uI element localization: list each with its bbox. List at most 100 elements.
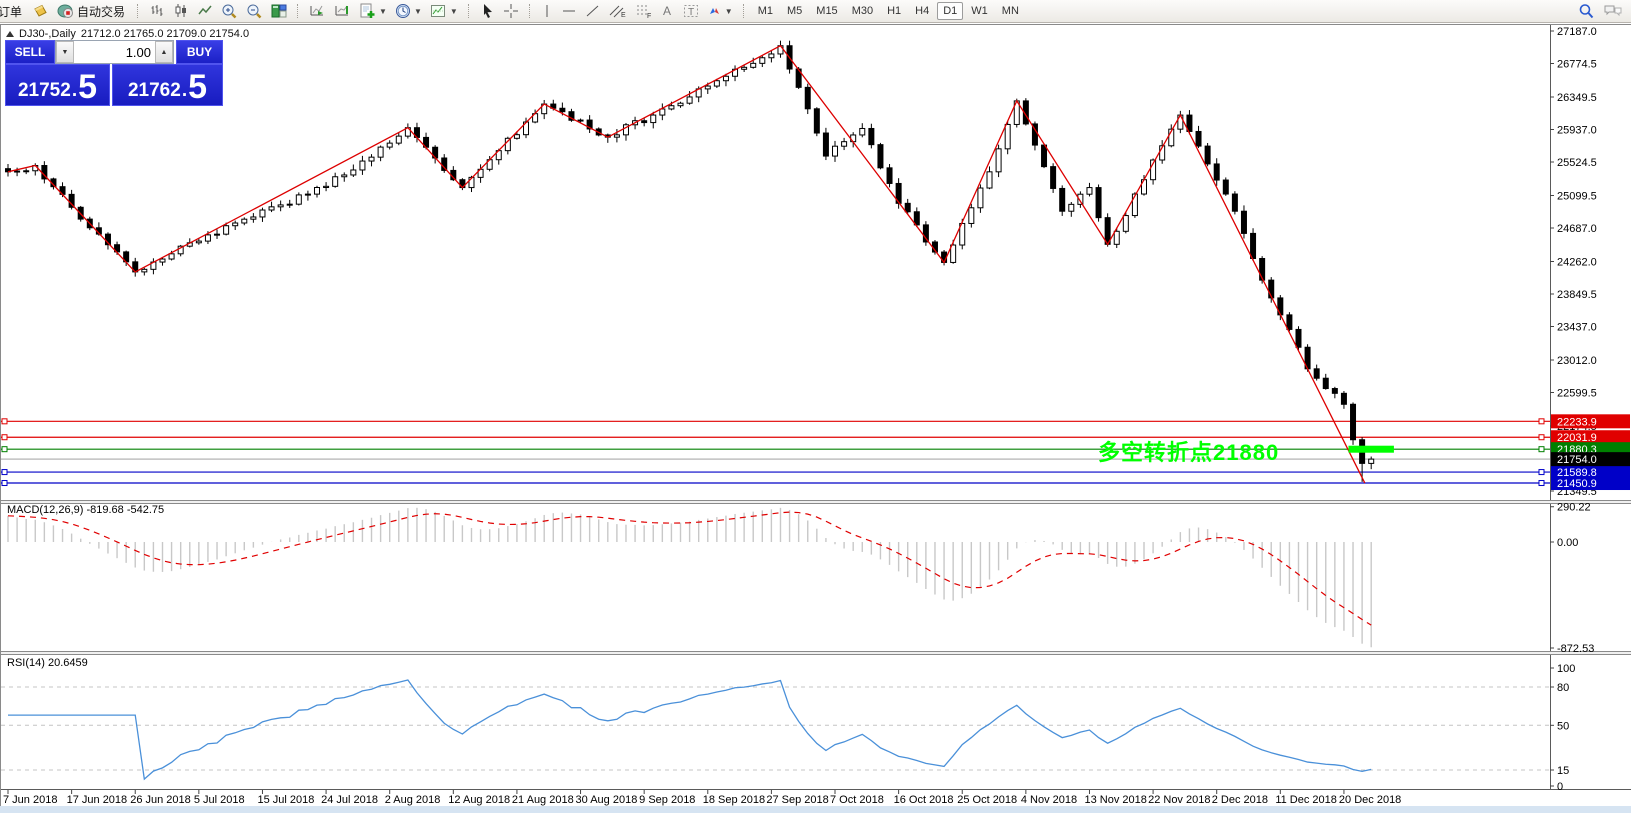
line-handle xyxy=(2,419,7,424)
equidistant-channel-tool-icon[interactable]: E xyxy=(606,1,630,21)
candlestick-chart-icon[interactable] xyxy=(170,1,192,21)
trendline-tool-icon[interactable] xyxy=(582,1,604,21)
buy-button[interactable]: BUY xyxy=(176,40,223,64)
price-tick-label: 26349.5 xyxy=(1557,92,1597,104)
sell-price[interactable]: 21752.5 xyxy=(5,64,110,106)
svg-text:21450.9: 21450.9 xyxy=(1557,478,1597,490)
svg-text:F: F xyxy=(647,13,651,19)
date-label: 13 Nov 2018 xyxy=(1084,794,1146,806)
date-label: 7 Jun 2018 xyxy=(3,794,57,806)
tf-button-H4[interactable]: H4 xyxy=(909,2,935,20)
cursor-tool-icon[interactable] xyxy=(477,1,498,21)
toolbar-grip xyxy=(529,4,533,18)
date-label: 26 Jun 2018 xyxy=(130,794,191,806)
text-tool-icon[interactable]: A xyxy=(658,1,678,21)
sell-price-sep: . xyxy=(72,80,77,102)
chart-title: DJ30-,Daily 21712.0 21765.0 21709.0 2175… xyxy=(6,28,249,40)
bar-chart-icon[interactable] xyxy=(146,1,168,21)
chart-canvas[interactable]: 27187.026774.526349.525937.025524.525099… xyxy=(0,0,1631,813)
date-label: 12 Aug 2018 xyxy=(448,794,510,806)
date-label: 15 Jul 2018 xyxy=(257,794,314,806)
fibonacci-tool-icon[interactable]: F xyxy=(632,1,656,21)
chevron-down-icon: ▼ xyxy=(379,7,387,16)
macd-tick-label: 290.22 xyxy=(1557,502,1591,514)
buy-price-main: 21762 xyxy=(128,80,181,102)
tf-button-H1[interactable]: H1 xyxy=(881,2,907,20)
line-handle xyxy=(2,447,7,452)
arrows-tool-button[interactable]: ▼ xyxy=(704,1,736,21)
tf-button-M15[interactable]: M15 xyxy=(810,2,843,20)
templates-button[interactable]: ▼ xyxy=(427,1,461,21)
sell-price-pip: 5 xyxy=(78,72,97,102)
chat-icon[interactable] xyxy=(1603,3,1623,19)
line-handle xyxy=(2,481,7,486)
zoom-in-icon[interactable] xyxy=(218,1,241,21)
line-handle xyxy=(1539,419,1544,424)
green-trend-segment xyxy=(1348,446,1393,453)
zoom-out-icon[interactable] xyxy=(243,1,266,21)
date-label: 24 Jul 2018 xyxy=(321,794,378,806)
chart-shift-icon[interactable] xyxy=(331,1,354,21)
line-handle xyxy=(1539,435,1544,440)
pivot-annotation[interactable]: 多空转折点21880 xyxy=(1098,435,1279,467)
periods-button[interactable]: ▼ xyxy=(392,1,425,21)
auto-trading-button[interactable]: 自动交易 xyxy=(54,1,130,21)
sell-button[interactable]: SELL xyxy=(5,40,55,64)
horizontal-line-tool-icon[interactable] xyxy=(558,1,580,21)
macd-label: MACD(12,26,9) -819.68 -542.75 xyxy=(7,504,164,516)
one-click-trade-panel: SELL ▼ 1.00 ▲ BUY 21752.5 21762.5 xyxy=(5,40,223,106)
line-handle xyxy=(2,470,7,475)
price-tick-label: 23437.0 xyxy=(1557,322,1597,334)
sell-price-main: 21752 xyxy=(18,80,71,102)
volume-value[interactable]: 1.00 xyxy=(74,41,155,63)
rsi-tick-label: 50 xyxy=(1557,720,1569,732)
rsi-label: RSI(14) 20.6459 xyxy=(7,657,88,669)
tf-button-M30[interactable]: M30 xyxy=(846,2,879,20)
orders-label: 订单 xyxy=(0,3,24,20)
svg-text:E: E xyxy=(621,12,626,19)
date-label: 11 Dec 2018 xyxy=(1275,794,1337,806)
svg-text:A: A xyxy=(663,4,671,18)
tf-button-M5[interactable]: M5 xyxy=(781,2,808,20)
price-tick-label: 26774.5 xyxy=(1557,59,1597,71)
date-label: 16 Oct 2018 xyxy=(894,794,954,806)
buy-price[interactable]: 21762.5 xyxy=(112,64,223,106)
date-label: 17 Jun 2018 xyxy=(67,794,128,806)
toolbar-grip xyxy=(468,4,472,18)
date-label: 21 Aug 2018 xyxy=(512,794,574,806)
auto-scroll-icon[interactable] xyxy=(306,1,329,21)
macd-tick-label: -872.53 xyxy=(1557,643,1594,655)
date-label: 2 Aug 2018 xyxy=(385,794,441,806)
add-indicator-button[interactable]: ▼ xyxy=(356,1,390,21)
date-label: 5 Jul 2018 xyxy=(194,794,245,806)
tf-button-D1[interactable]: D1 xyxy=(937,2,963,20)
date-label: 4 Nov 2018 xyxy=(1021,794,1077,806)
orders-button[interactable]: 订单 xyxy=(0,1,27,21)
date-label: 18 Sep 2018 xyxy=(703,794,765,806)
volume-decrease-button[interactable]: ▼ xyxy=(56,41,74,63)
vertical-line-tool-icon[interactable] xyxy=(538,1,556,21)
date-label: 22 Nov 2018 xyxy=(1148,794,1210,806)
toolbar-grip xyxy=(137,4,141,18)
tf-button-MN[interactable]: MN xyxy=(996,2,1025,20)
search-icon[interactable] xyxy=(1578,3,1595,19)
date-label: 30 Aug 2018 xyxy=(576,794,638,806)
price-tick-label: 24262.0 xyxy=(1557,256,1597,268)
rsi-tick-label: 0 xyxy=(1557,781,1563,793)
text-label-tool-icon[interactable]: T xyxy=(680,1,702,21)
new-order-icon[interactable] xyxy=(29,1,52,21)
rsi-tick-label: 15 xyxy=(1557,765,1569,777)
date-label: 27 Sep 2018 xyxy=(766,794,828,806)
timeframe-bar: M1M5M15M30H1H4D1W1MN xyxy=(751,2,1026,20)
buy-price-pip: 5 xyxy=(188,72,207,102)
tf-button-W1[interactable]: W1 xyxy=(965,2,994,20)
svg-text:21754.0: 21754.0 xyxy=(1557,454,1597,466)
crosshair-tool-icon[interactable] xyxy=(500,1,522,21)
collapse-panel-icon[interactable] xyxy=(6,31,14,37)
date-label: 25 Oct 2018 xyxy=(957,794,1017,806)
line-chart-icon[interactable] xyxy=(194,1,216,21)
date-label: 7 Oct 2018 xyxy=(830,794,884,806)
tf-button-M1[interactable]: M1 xyxy=(752,2,779,20)
volume-increase-button[interactable]: ▲ xyxy=(155,41,173,63)
tile-windows-icon[interactable] xyxy=(268,1,290,21)
